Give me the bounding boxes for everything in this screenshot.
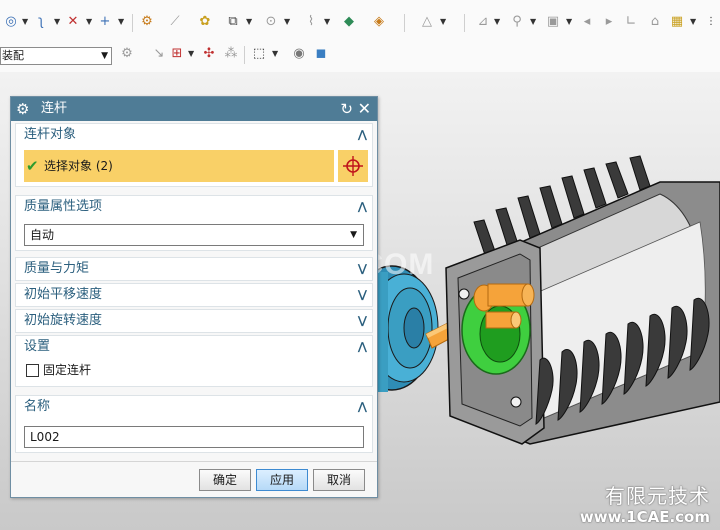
- chevron-down-icon[interactable]: ▼: [118, 12, 124, 32]
- chevron-down-icon[interactable]: ▼: [22, 12, 28, 32]
- chevron-up-icon[interactable]: ⋀: [358, 336, 367, 358]
- section-header-link-objects[interactable]: 连杆对象: [24, 124, 76, 146]
- section-mass-and-inertia[interactable]: 质量与力矩 ⋁: [15, 257, 373, 281]
- graph-icon[interactable]: ⊿: [474, 12, 492, 32]
- apply-button[interactable]: 应用: [256, 469, 308, 491]
- section-header-settings[interactable]: 设置: [24, 336, 50, 358]
- section-initial-rotational-velocity[interactable]: 初始旋转速度 ⋁: [15, 309, 373, 333]
- select-object-row[interactable]: ✔ 选择对象 (2): [24, 150, 334, 182]
- chevron-down-icon[interactable]: ▼: [324, 12, 330, 32]
- chevron-down-icon[interactable]: ▼: [284, 12, 290, 32]
- arrow-left-icon[interactable]: ◂: [578, 12, 596, 32]
- toolbar-area: ◎ ▼ ʅ ▼ ✕ ▼ + ▼ ⚙ ⟋ ✿ ⧉ ▼ ⊙ ▼ ⌇ ▼ ◆ ◈ △ …: [0, 0, 720, 73]
- copy-icon[interactable]: ⧉: [224, 12, 242, 32]
- dialog-title: 连杆: [41, 101, 68, 116]
- section-header-initial-rotational-velocity: 初始旋转速度: [24, 313, 103, 328]
- section-link-objects: 连杆对象 ⋀ ✔ 选择对象 (2): [15, 123, 373, 187]
- select-box-icon[interactable]: ⬚: [250, 44, 268, 64]
- name-input[interactable]: L002: [24, 426, 364, 448]
- solver-icon[interactable]: ◆: [340, 12, 358, 32]
- chevron-down-icon[interactable]: ▼: [246, 12, 252, 32]
- animation-icon[interactable]: ◈: [370, 12, 388, 32]
- measure-icon[interactable]: ⟋: [166, 12, 184, 32]
- crosshair-icon: [343, 156, 363, 176]
- chevron-down-icon[interactable]: ⋁: [358, 310, 367, 332]
- dialog-divider: [11, 461, 377, 462]
- constraint-icon[interactable]: ⊙: [262, 12, 280, 32]
- link-dialog: ⚙ 连杆 ↻ ✕ 连杆对象 ⋀ ✔ 选择对象 (2) 质量属性选项 ⋀ 自动 ▼…: [10, 96, 378, 498]
- section-header-mass-property-options[interactable]: 质量属性选项: [24, 196, 102, 218]
- crosshair-select-button[interactable]: [338, 150, 368, 182]
- select-object-label: 选择对象 (2): [44, 159, 113, 173]
- point-icon[interactable]: ✕: [64, 12, 82, 32]
- chevron-down-icon[interactable]: ▼: [54, 12, 60, 32]
- toolbar-separator: [404, 14, 405, 32]
- toolbar-separator: [464, 14, 465, 32]
- chevron-down-icon[interactable]: ▼: [272, 44, 278, 64]
- dialog-body: 连杆对象 ⋀ ✔ 选择对象 (2) 质量属性选项 ⋀ 自动 ▼ 质量与力矩 ⋁ …: [11, 121, 377, 497]
- fixed-link-label[interactable]: 固定连杆: [43, 360, 91, 380]
- constraint-add-icon[interactable]: ✣: [200, 44, 218, 64]
- chevron-down-icon[interactable]: ⋁: [358, 258, 367, 280]
- close-icon[interactable]: ✕: [358, 97, 371, 121]
- toolbar-separator: [132, 14, 133, 32]
- toolbar-separator: [244, 46, 245, 64]
- chevron-down-icon[interactable]: ▼: [494, 12, 500, 32]
- cancel-button[interactable]: 取消: [313, 469, 365, 491]
- mass-property-dropdown-value: 自动: [30, 228, 55, 242]
- section-mass-property-options: 质量属性选项 ⋀ 自动 ▼: [15, 195, 373, 251]
- section-name: 名称 ⋀ L002: [15, 395, 373, 453]
- move-icon[interactable]: ↘: [150, 44, 168, 64]
- section-header-mass-and-inertia: 质量与力矩: [24, 261, 90, 276]
- corner-logo: 有限元技术 www.1CAE.com: [580, 484, 710, 526]
- chevron-up-icon[interactable]: ⋀: [358, 196, 367, 218]
- overflow-icon[interactable]: ⋮: [702, 12, 720, 32]
- chevron-down-icon: ▼: [350, 230, 357, 240]
- cube-icon[interactable]: ◼: [312, 44, 330, 64]
- joint-icon[interactable]: ⚙: [138, 12, 156, 32]
- dialog-titlebar[interactable]: ⚙ 连杆 ↻ ✕: [11, 97, 377, 121]
- check-icon: ✔: [26, 157, 39, 175]
- cylinder-housing: [445, 155, 720, 445]
- chevron-down-icon[interactable]: ▼: [530, 12, 536, 32]
- gear-pair-icon[interactable]: ✿: [196, 12, 214, 32]
- gear-icon: ⚙: [16, 100, 30, 118]
- chevron-down-icon[interactable]: ▼: [440, 12, 446, 32]
- component-icon[interactable]: ⚙: [118, 44, 136, 64]
- chevron-down-icon[interactable]: ▼: [86, 12, 92, 32]
- section-header-initial-translational-velocity: 初始平移速度: [24, 287, 103, 302]
- toolbar-row-1: ◎ ▼ ʅ ▼ ✕ ▼ + ▼ ⚙ ⟋ ✿ ⧉ ▼ ⊙ ▼ ⌇ ▼ ◆ ◈ △ …: [0, 12, 720, 36]
- fixed-link-checkbox[interactable]: [26, 364, 39, 377]
- chevron-up-icon[interactable]: ⋀: [358, 124, 367, 146]
- toolbar-row-2: ⚙ ↘ ⊞ ▼ ✣ ⁂ ⬚ ▼ ◉ ◼: [0, 44, 720, 68]
- mass-property-dropdown[interactable]: 自动 ▼: [24, 224, 364, 246]
- chevron-up-icon[interactable]: ⋀: [358, 396, 367, 418]
- chevron-down-icon[interactable]: ▼: [566, 12, 572, 32]
- corner-logo-line1: 有限元技术: [605, 484, 710, 508]
- chart-icon[interactable]: ∟: [622, 12, 640, 32]
- view-icon[interactable]: ◉: [290, 44, 308, 64]
- add-component-icon[interactable]: ⊞: [168, 44, 186, 64]
- display-icon[interactable]: ▦: [668, 12, 686, 32]
- box-icon[interactable]: ▣: [544, 12, 562, 32]
- section-settings: 设置 ⋀ 固定连杆: [15, 335, 373, 387]
- revolve-icon[interactable]: ◎: [2, 12, 20, 32]
- arrow-right-icon[interactable]: ▸: [600, 12, 618, 32]
- reset-icon[interactable]: ↻: [340, 97, 353, 121]
- search-icon[interactable]: ⚲: [508, 12, 526, 32]
- pattern-icon[interactable]: ⁂: [222, 44, 240, 64]
- ok-button[interactable]: 确定: [199, 469, 251, 491]
- corner-logo-line2: www.1CAE.com: [579, 508, 710, 526]
- chevron-down-icon[interactable]: ▼: [690, 12, 696, 32]
- chevron-down-icon[interactable]: ▼: [188, 44, 194, 64]
- datum-icon[interactable]: +: [96, 12, 114, 32]
- path-icon[interactable]: ⌇: [302, 12, 320, 32]
- section-header-name[interactable]: 名称: [24, 396, 50, 418]
- shape-icon[interactable]: △: [418, 12, 436, 32]
- curve-icon[interactable]: ʅ: [32, 12, 50, 32]
- chevron-down-icon[interactable]: ⋁: [358, 284, 367, 306]
- camera-icon[interactable]: ⌂: [646, 12, 664, 32]
- section-initial-translational-velocity[interactable]: 初始平移速度 ⋁: [15, 283, 373, 307]
